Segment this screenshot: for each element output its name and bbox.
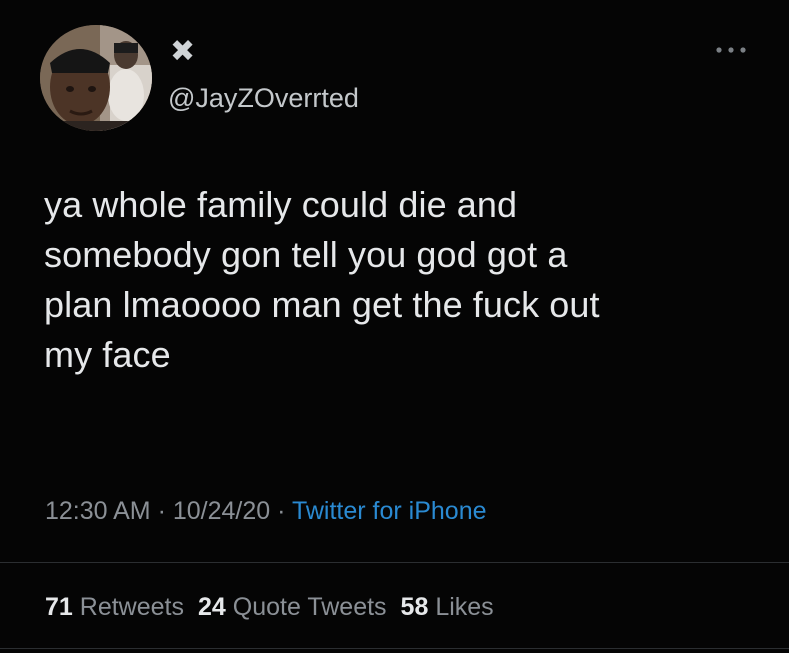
- divider: [0, 648, 789, 649]
- retweets-label: Retweets: [79, 593, 184, 621]
- quotes-stat[interactable]: 24 Quote Tweets: [198, 593, 387, 621]
- retweets-count: 71: [45, 593, 73, 621]
- tweet-card: ✖ @JayZOverrted ya whole family could di…: [0, 0, 789, 653]
- quotes-count: 24: [197, 593, 226, 621]
- avatar-photo-icon: [40, 25, 152, 131]
- retweets-stat[interactable]: 71 Retweets: [45, 593, 184, 621]
- meta-separator: ·: [277, 497, 286, 525]
- display-name[interactable]: ✖: [170, 37, 198, 67]
- user-handle[interactable]: @JayZOverrted: [168, 82, 359, 114]
- tweet-metadata: 12:30 AM · 10/24/20 · Twitter for iPhone: [45, 495, 487, 527]
- meta-separator: ·: [157, 497, 166, 525]
- tweet-text: ya whole family could die and somebody g…: [44, 184, 600, 375]
- likes-stat[interactable]: 58 Likes: [401, 593, 494, 621]
- likes-count: 58: [400, 593, 429, 621]
- tweet-date[interactable]: 10/24/20: [173, 497, 270, 525]
- divider: [0, 562, 789, 563]
- more-options-button[interactable]: [714, 40, 748, 60]
- quotes-label: Quote Tweets: [232, 593, 387, 621]
- avatar[interactable]: [40, 25, 152, 131]
- likes-label: Likes: [435, 593, 494, 621]
- tweet-source-link[interactable]: Twitter for iPhone: [292, 497, 487, 525]
- engagement-stats: 71 Retweets 24 Quote Tweets 58 Likes: [45, 590, 494, 624]
- more-options-icon: [716, 47, 746, 53]
- tweet-time[interactable]: 12:30 AM: [45, 497, 151, 525]
